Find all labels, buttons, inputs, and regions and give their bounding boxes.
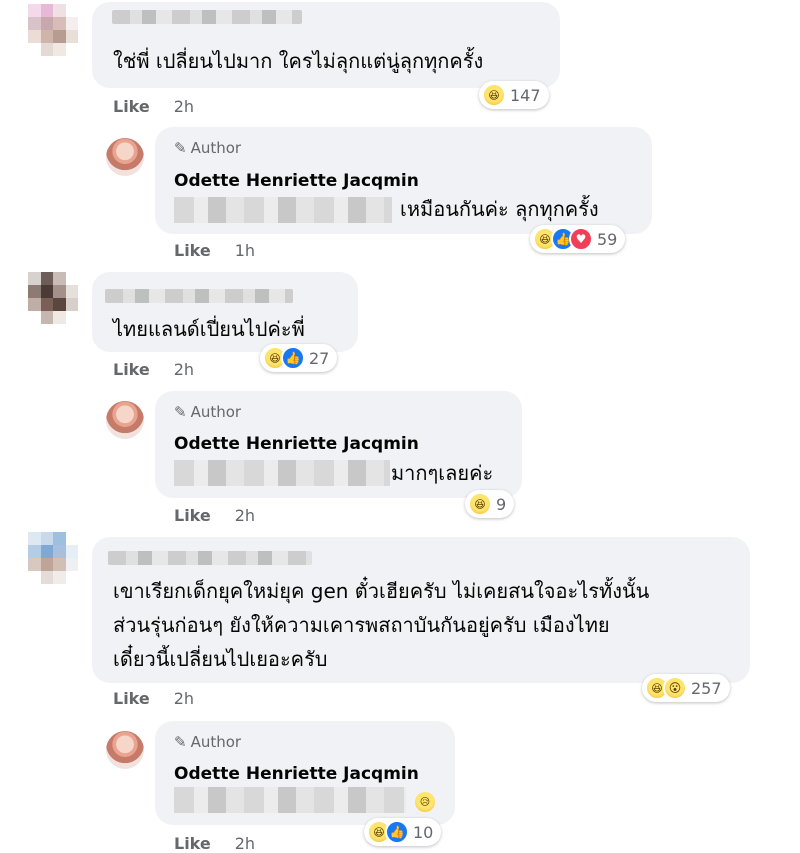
reaction-count: 257	[691, 678, 722, 698]
reply-meta: Like 2h	[174, 506, 255, 525]
comment-text: ไทยแลนด์เปี่ยนไปค่ะพี่	[113, 317, 305, 341]
reply-text: เหมือนกันค่ะ ลุกทุกครั้ง	[400, 197, 599, 221]
like-button[interactable]: Like	[174, 506, 211, 525]
author-badge: ✎ Author	[174, 403, 242, 421]
commenter-avatar[interactable]	[28, 532, 78, 584]
comment-text: เขาเรียกเด็กยุคใหม่ยุค gen ตั๋วเฮียครับ …	[113, 579, 650, 603]
author-badge: ✎ Author	[174, 733, 242, 751]
author-avatar[interactable]	[106, 138, 144, 176]
comment-meta: Like 2h	[113, 97, 194, 116]
comment-meta: Like 2h	[113, 689, 194, 708]
like-button[interactable]: Like	[113, 360, 150, 379]
timestamp[interactable]: 2h	[174, 97, 194, 116]
pencil-icon: ✎	[174, 403, 187, 421]
mention-blurred[interactable]	[174, 197, 392, 223]
reaction-summary[interactable]: 😆 😮 257	[642, 674, 730, 702]
commenter-name-blurred[interactable]	[108, 551, 312, 565]
love-icon: ♥	[569, 227, 593, 251]
reply-meta: Like 1h	[174, 241, 255, 260]
timestamp[interactable]: 2h	[174, 360, 194, 379]
reaction-summary[interactable]: 😆 👍 10	[364, 818, 442, 846]
author-avatar[interactable]	[106, 731, 144, 769]
commenter-name-blurred[interactable]	[105, 289, 293, 303]
wow-icon: 😮	[663, 676, 687, 700]
mention-blurred[interactable]	[174, 460, 390, 486]
reaction-summary[interactable]: 😆 👍 ♥ 59	[530, 225, 626, 253]
like-button[interactable]: Like	[113, 97, 150, 116]
commenter-avatar[interactable]	[28, 272, 78, 324]
haha-icon: 😆	[468, 492, 492, 516]
reaction-count: 59	[597, 229, 618, 249]
comment-meta: Like 2h	[113, 360, 194, 379]
reaction-count: 10	[413, 822, 434, 842]
reply-text: มากๆเลยค่ะ	[391, 461, 494, 485]
timestamp[interactable]: 2h	[235, 506, 255, 525]
reaction-summary[interactable]: 😆 👍 27	[260, 344, 338, 372]
reaction-summary[interactable]: 😆 9	[465, 490, 515, 518]
mention-blurred[interactable]	[174, 787, 406, 813]
comment-text: ใช่พี่ เปลี่ยนไปมาก ใครไม่ลุกแต่นู่ลุกทุ…	[113, 49, 484, 73]
pencil-icon: ✎	[174, 733, 187, 751]
commenter-name-blurred[interactable]	[112, 10, 302, 24]
author-name[interactable]: Odette Henriette Jacqmin	[174, 434, 419, 454]
timestamp[interactable]: 2h	[235, 834, 255, 853]
timestamp[interactable]: 2h	[174, 689, 194, 708]
author-name[interactable]: Odette Henriette Jacqmin	[174, 171, 419, 191]
timestamp[interactable]: 1h	[235, 241, 255, 260]
comment-text: เดี๋ยวนี้เปลี่ยนไปเยอะครับ	[113, 647, 328, 671]
reply-meta: Like 2h	[174, 834, 255, 853]
author-badge: ✎ Author	[174, 139, 242, 157]
like-button[interactable]: Like	[174, 834, 211, 853]
reaction-count: 27	[309, 348, 330, 368]
like-button[interactable]: Like	[174, 241, 211, 260]
like-icon: 👍	[281, 346, 305, 370]
author-name[interactable]: Odette Henriette Jacqmin	[174, 764, 419, 784]
author-avatar[interactable]	[106, 401, 144, 439]
sad-face-icon: 😥	[415, 792, 435, 812]
like-button[interactable]: Like	[113, 689, 150, 708]
like-icon: 👍	[385, 820, 409, 844]
haha-icon: 😆	[482, 83, 506, 107]
reaction-count: 9	[496, 494, 507, 514]
comment-text: ส่วนรุ่นก่อนๆ ยังให้ความเคารพสถาบันกันอย…	[113, 613, 610, 637]
commenter-avatar[interactable]	[28, 4, 78, 56]
reaction-count: 147	[510, 85, 541, 105]
reaction-summary[interactable]: 😆 147	[479, 81, 549, 109]
pencil-icon: ✎	[174, 139, 187, 157]
